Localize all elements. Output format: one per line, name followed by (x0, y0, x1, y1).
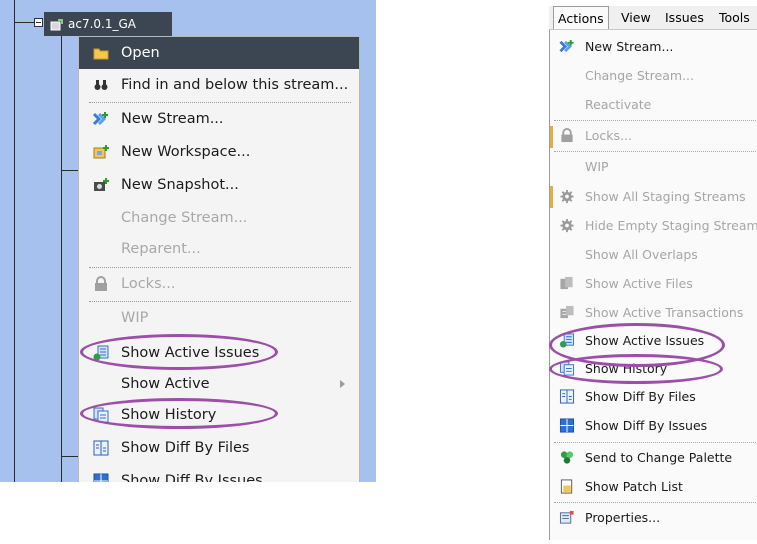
menu-item-find[interactable]: Find in and below this stream... (79, 69, 359, 101)
diff-files-icon (559, 389, 575, 404)
menu-item-open[interactable]: Open (79, 37, 359, 69)
dropdown-item-show-all-overlaps[interactable]: Show All Overlaps (550, 240, 757, 269)
diff-issues-icon (559, 418, 575, 433)
menu-item-wip[interactable]: WIP (79, 302, 359, 334)
menubar-tools[interactable]: Tools (715, 6, 754, 29)
tree-connector (14, 0, 15, 482)
dropdown-item-locks[interactable]: Locks... (550, 121, 757, 150)
menubar-view[interactable]: View (617, 6, 655, 29)
new-snapshot-icon (93, 177, 109, 193)
menu-item-show-diff-by-issues[interactable]: Show Diff By Issues (79, 465, 359, 482)
menu-item-new-snapshot[interactable]: New Snapshot... (79, 169, 359, 201)
transactions-icon (559, 305, 575, 320)
binoculars-icon (93, 77, 109, 93)
gear-icon (559, 189, 575, 204)
change-palette-icon (559, 450, 575, 465)
tree-connector (61, 456, 78, 457)
gear-icon (559, 218, 575, 233)
annotation-ellipse-history (80, 398, 278, 429)
dropdown-item-new-stream[interactable]: New Stream... (550, 32, 757, 61)
lock-icon (93, 276, 109, 292)
files-icon (559, 276, 575, 291)
tree-collapse-toggle[interactable] (34, 18, 43, 27)
properties-icon (559, 510, 575, 525)
submenu-arrow-icon (340, 380, 345, 388)
dropdown-item-send-to-change-palette[interactable]: Send to Change Palette (550, 443, 757, 472)
actions-menu-panel: Actions View Issues Tools New Stream... … (549, 6, 757, 540)
dropdown-item-wip[interactable]: WIP (550, 152, 757, 181)
lock-icon (559, 128, 575, 143)
tree-node-label: ac7.0.1_GA (68, 17, 136, 31)
diff-files-icon (93, 440, 109, 456)
dropdown-item-show-all-staging-streams[interactable]: Show All Staging Streams (550, 182, 757, 211)
tree-node-stream[interactable]: ac7.0.1_GA (44, 12, 172, 36)
menu-item-new-stream[interactable]: New Stream... (79, 103, 359, 135)
tree-connector (14, 22, 34, 23)
menubar-issues[interactable]: Issues (661, 6, 708, 29)
dropdown-item-show-patch-list[interactable]: Show Patch List (550, 472, 757, 501)
patch-list-icon (559, 479, 575, 494)
menu-item-show-active[interactable]: Show Active (79, 368, 359, 400)
dropdown-item-reactivate[interactable]: Reactivate (550, 90, 757, 119)
annotation-ellipse-history (549, 354, 723, 384)
actions-dropdown: New Stream... Change Stream... Reactivat… (549, 30, 757, 540)
menu-item-new-workspace[interactable]: New Workspace... (79, 136, 359, 168)
dropdown-item-show-diff-by-files[interactable]: Show Diff By Files (550, 382, 757, 411)
diff-issues-icon (93, 473, 109, 482)
dropdown-item-hide-empty-staging-streams[interactable]: Hide Empty Staging Streams (550, 211, 757, 240)
new-workspace-icon (93, 144, 109, 160)
annotation-ellipse-active-issues (80, 334, 278, 370)
menu-item-show-diff-by-files[interactable]: Show Diff By Files (79, 432, 359, 464)
dropdown-item-properties[interactable]: Properties... (550, 503, 757, 532)
dropdown-item-change-stream[interactable]: Change Stream... (550, 61, 757, 90)
dropdown-item-show-diff-by-issues[interactable]: Show Diff By Issues (550, 411, 757, 440)
menu-bar: Actions View Issues Tools (549, 6, 757, 30)
stream-node-icon (50, 18, 64, 31)
tree-connector (61, 170, 78, 171)
menu-item-change-stream[interactable]: Change Stream... (79, 202, 359, 234)
menu-item-locks[interactable]: Locks... (79, 268, 359, 300)
new-stream-icon (559, 39, 575, 54)
menu-item-reparent[interactable]: Reparent... (79, 233, 359, 265)
new-stream-icon (93, 111, 109, 127)
folder-icon (93, 45, 109, 61)
menubar-actions[interactable]: Actions (553, 6, 609, 29)
dropdown-item-show-active-files[interactable]: Show Active Files (550, 269, 757, 298)
tree-connector (61, 36, 62, 482)
